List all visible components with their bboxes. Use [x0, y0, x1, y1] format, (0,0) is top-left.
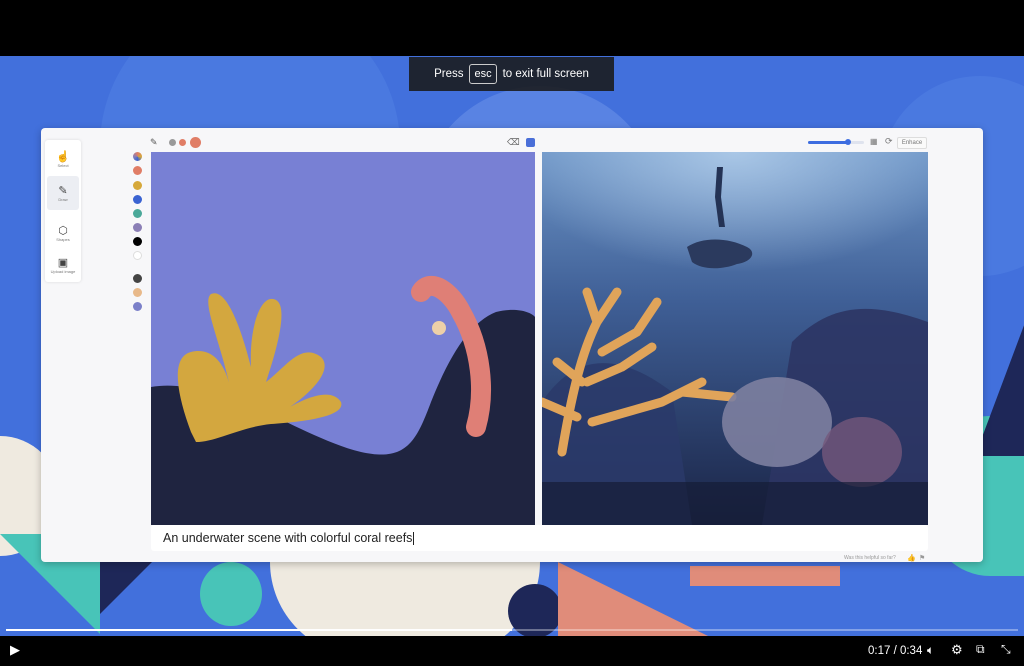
popout-icon[interactable]: ⧉ — [976, 642, 985, 657]
brush-icon: ✎ — [58, 184, 68, 197]
palette-swatch[interactable] — [133, 237, 142, 246]
thumbs-up-icon[interactable]: 👍 — [907, 554, 916, 562]
upload-image-tool[interactable]: ▣ Upload image — [47, 248, 79, 282]
palette-swatch[interactable] — [133, 195, 142, 204]
fullscreen-exit-banner: Press esc to exit full screen — [409, 57, 614, 91]
sketch-app-window: ☝ Select ✎ Draw ⬡ Shapes ▣ Upload image … — [41, 128, 983, 562]
enhance-button[interactable]: Enhace — [897, 137, 927, 149]
prompt-input[interactable]: An underwater scene with colorful coral … — [151, 525, 928, 551]
play-icon[interactable]: ▶ — [10, 642, 20, 658]
letterbox-top — [0, 0, 1024, 56]
refresh-icon[interactable]: ⟳ — [885, 136, 893, 147]
purple-coral — [722, 377, 832, 467]
palette-swatch[interactable] — [133, 166, 142, 175]
tool-label: Upload image — [50, 268, 76, 274]
video-player-stage: ☝ Select ✎ Draw ⬡ Shapes ▣ Upload image … — [0, 0, 1024, 666]
shapes-tool[interactable]: ⬡ Shapes — [47, 216, 79, 250]
palette-swatch[interactable] — [133, 302, 142, 311]
image-icon: ▣ — [57, 256, 69, 269]
shapes-icon: ⬡ — [58, 224, 68, 237]
flag-icon[interactable]: ⚑ — [919, 554, 925, 562]
sketch-canvas[interactable] — [151, 152, 535, 525]
video-progress-fill — [6, 629, 512, 631]
banner-suffix-text: to exit full screen — [502, 68, 589, 80]
settings-icon[interactable]: ⚙ — [951, 642, 963, 658]
small-cream-dot — [432, 321, 446, 335]
brush-size-medium[interactable] — [179, 139, 186, 146]
palette-swatch[interactable] — [133, 209, 142, 218]
brush-size-icon[interactable]: ✎ — [150, 137, 158, 148]
video-time: 0:17 / 0:34 — [868, 645, 923, 657]
palette-swatch[interactable] — [133, 274, 142, 283]
video-progress-bar[interactable] — [6, 629, 1018, 631]
sketch-drawing — [151, 152, 535, 525]
palette-swatch[interactable] — [133, 251, 142, 260]
underwater-render — [542, 152, 928, 525]
tool-label: Draw — [58, 196, 68, 202]
brush-size-small[interactable] — [169, 139, 176, 146]
select-tool[interactable]: ☝ Select — [47, 142, 79, 176]
prompt-text: An underwater scene with colorful coral … — [163, 531, 413, 545]
eraser-icon[interactable]: ⌫ — [507, 137, 520, 148]
tool-label: Shapes — [56, 236, 70, 242]
palette-swatch[interactable] — [133, 288, 142, 297]
palette-swatch[interactable] — [133, 223, 142, 232]
grid-icon[interactable]: ▦ — [870, 137, 878, 146]
brush-size-large[interactable] — [190, 137, 201, 148]
banner-press-text: Press — [434, 68, 464, 80]
esc-key-badge: esc — [469, 64, 497, 84]
palette-swatch[interactable] — [133, 181, 142, 190]
text-caret — [413, 531, 415, 545]
select-icon: ☝ — [56, 150, 70, 163]
generated-image — [542, 152, 928, 525]
draw-tool[interactable]: ✎ Draw — [47, 176, 79, 210]
tool-label: Select — [57, 162, 69, 168]
creativity-slider-fill — [808, 141, 849, 144]
exit-fullscreen-icon[interactable]: ⤡ — [1001, 642, 1011, 657]
color-wheel-swatch[interactable] — [133, 152, 142, 161]
creativity-slider[interactable] — [808, 139, 864, 145]
volume-icon[interactable]: 🔈︎ — [927, 643, 934, 658]
feedback-prompt: Was this helpful so far? — [844, 555, 896, 561]
tool-panel: ☝ Select ✎ Draw ⬡ Shapes ▣ Upload image — [45, 140, 81, 282]
creativity-slider-handle[interactable] — [845, 139, 852, 145]
color-picker-icon[interactable] — [526, 138, 535, 147]
